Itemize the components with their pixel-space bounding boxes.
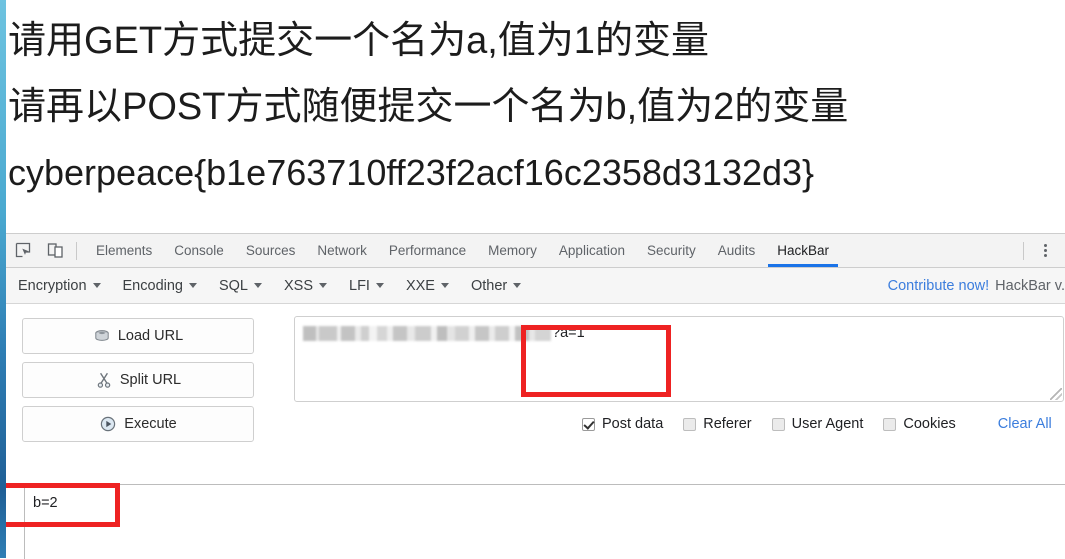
- chevron-down-icon: [319, 283, 328, 288]
- menu-label: Encoding: [122, 277, 183, 294]
- button-label: Load URL: [117, 328, 184, 344]
- menu-label: XSS: [284, 277, 314, 294]
- chevron-down-icon: [440, 283, 449, 288]
- chevron-down-icon: [513, 283, 522, 288]
- disk-icon: [93, 327, 111, 345]
- chevron-down-icon: [188, 283, 197, 288]
- more-options-icon[interactable]: [1032, 238, 1058, 264]
- hackbar-menu-bar: Encryption Encoding SQL XSS LFI XXE Othe…: [0, 268, 1065, 304]
- tab-label: Sources: [245, 243, 296, 258]
- dot: [1043, 254, 1047, 257]
- menu-label: Other: [470, 277, 508, 294]
- page-flag-text: cyberpeace{b1e763710ff23f2acf16c2358d313…: [8, 152, 815, 193]
- tab-label: Network: [317, 243, 367, 258]
- rendered-page-content: 请用GET方式提交一个名为a,值为1的变量 请再以POST方式随便提交一个名为b…: [0, 0, 1065, 233]
- menu-encryption[interactable]: Encryption: [18, 278, 101, 294]
- menu-xxe[interactable]: XXE: [406, 278, 449, 294]
- tab-label: Console: [174, 243, 224, 258]
- hackbar-version-label: HackBar v.: [995, 277, 1065, 294]
- button-label: Split URL: [119, 372, 182, 388]
- menu-label: SQL: [218, 277, 248, 294]
- left-edge-accent-strip: [0, 0, 6, 558]
- tab-application[interactable]: Application: [548, 234, 636, 267]
- option-label: Post data: [602, 416, 664, 432]
- tab-label: Application: [558, 243, 625, 258]
- tabbar-right-group: [1015, 234, 1065, 267]
- hackbar-menubar-right: Contribute now! HackBar v.: [888, 278, 1065, 294]
- tab-performance[interactable]: Performance: [378, 234, 477, 267]
- load-url-button[interactable]: Load URL: [22, 318, 254, 354]
- hackbar-action-buttons: Load URL Split URL Execute: [0, 304, 286, 464]
- chevron-down-icon: [92, 283, 101, 288]
- tab-label: Memory: [488, 243, 537, 258]
- menu-label: Encryption: [18, 277, 87, 294]
- option-label: User Agent: [791, 416, 864, 432]
- menu-sql[interactable]: SQL: [219, 278, 262, 294]
- checkbox-user-agent[interactable]: [771, 417, 785, 431]
- hackbar-options-row: Post data Referer User Agent Cookies Cle…: [582, 414, 1052, 434]
- url-query-string: ?a=1: [552, 325, 585, 341]
- chevron-down-icon: [254, 283, 262, 288]
- dot: [1043, 249, 1047, 252]
- option-label: Referer: [703, 416, 752, 432]
- contribute-now-link[interactable]: Contribute now!: [888, 278, 990, 294]
- checkbox-post-data[interactable]: [582, 417, 595, 431]
- tabbar-divider: [76, 241, 77, 260]
- chevron-down-icon: [375, 283, 384, 288]
- textarea-resize-handle[interactable]: [1050, 388, 1062, 400]
- tab-console[interactable]: Console: [163, 234, 235, 267]
- tab-audits[interactable]: Audits: [707, 234, 767, 267]
- inspect-element-icon[interactable]: [10, 238, 36, 264]
- devtools-tab-bar: Elements Console Sources Network Perform…: [0, 234, 1065, 268]
- device-toolbar-icon[interactable]: [42, 238, 68, 264]
- menu-xss[interactable]: XSS: [284, 277, 328, 294]
- hackbar-body: Load URL Split URL Execute ?a=1 Post dat…: [0, 304, 1065, 464]
- tab-elements[interactable]: Elements: [85, 234, 163, 267]
- tab-label: HackBar: [777, 243, 830, 258]
- url-value-row: ?a=1: [303, 323, 1055, 343]
- tab-label: Security: [646, 243, 696, 258]
- menu-lfi[interactable]: LFI: [349, 278, 384, 294]
- option-post-data[interactable]: Post data: [582, 416, 663, 432]
- post-data-region: b=2: [0, 484, 1065, 559]
- tab-label: Performance: [388, 243, 467, 258]
- post-data-divider: [24, 484, 1065, 485]
- tab-label: Elements: [96, 243, 153, 258]
- clear-all-link[interactable]: Clear All: [998, 416, 1052, 432]
- split-url-button[interactable]: Split URL: [22, 362, 254, 398]
- url-input[interactable]: ?a=1: [294, 316, 1064, 402]
- tab-hackbar[interactable]: HackBar: [766, 234, 840, 267]
- checkbox-cookies[interactable]: [883, 417, 897, 431]
- tab-network[interactable]: Network: [306, 234, 378, 267]
- menu-other[interactable]: Other: [470, 277, 522, 294]
- page-instruction-line-post: 请再以POST方式随便提交一个名为b,值为2的变量: [8, 86, 849, 128]
- option-referer[interactable]: Referer: [683, 416, 752, 432]
- devtools-panel: Elements Console Sources Network Perform…: [0, 233, 1065, 559]
- tab-security[interactable]: Security: [636, 234, 707, 267]
- play-icon: [99, 415, 117, 433]
- tab-memory[interactable]: Memory: [477, 234, 548, 267]
- url-redacted-prefix: [303, 325, 551, 341]
- button-label: Execute: [124, 416, 177, 432]
- menu-label: LFI: [349, 277, 370, 294]
- post-data-input[interactable]: b=2: [25, 490, 625, 516]
- option-cookies[interactable]: Cookies: [883, 416, 956, 432]
- tab-sources[interactable]: Sources: [235, 234, 307, 267]
- option-label: Cookies: [903, 416, 956, 432]
- tab-label: Audits: [717, 243, 756, 258]
- option-user-agent[interactable]: User Agent: [771, 416, 864, 432]
- menu-encoding[interactable]: Encoding: [123, 278, 197, 294]
- menu-label: XXE: [405, 277, 435, 294]
- checkbox-referer[interactable]: [683, 417, 697, 431]
- page-instruction-line-get: 请用GET方式提交一个名为a,值为1的变量: [8, 20, 709, 62]
- execute-button[interactable]: Execute: [22, 406, 254, 442]
- hackbar-url-area: ?a=1 Post data Referer User Agent Cookie…: [286, 304, 1065, 464]
- tabbar-divider-right: [1023, 241, 1024, 260]
- scissors-icon: [95, 371, 113, 389]
- dot: [1043, 244, 1047, 247]
